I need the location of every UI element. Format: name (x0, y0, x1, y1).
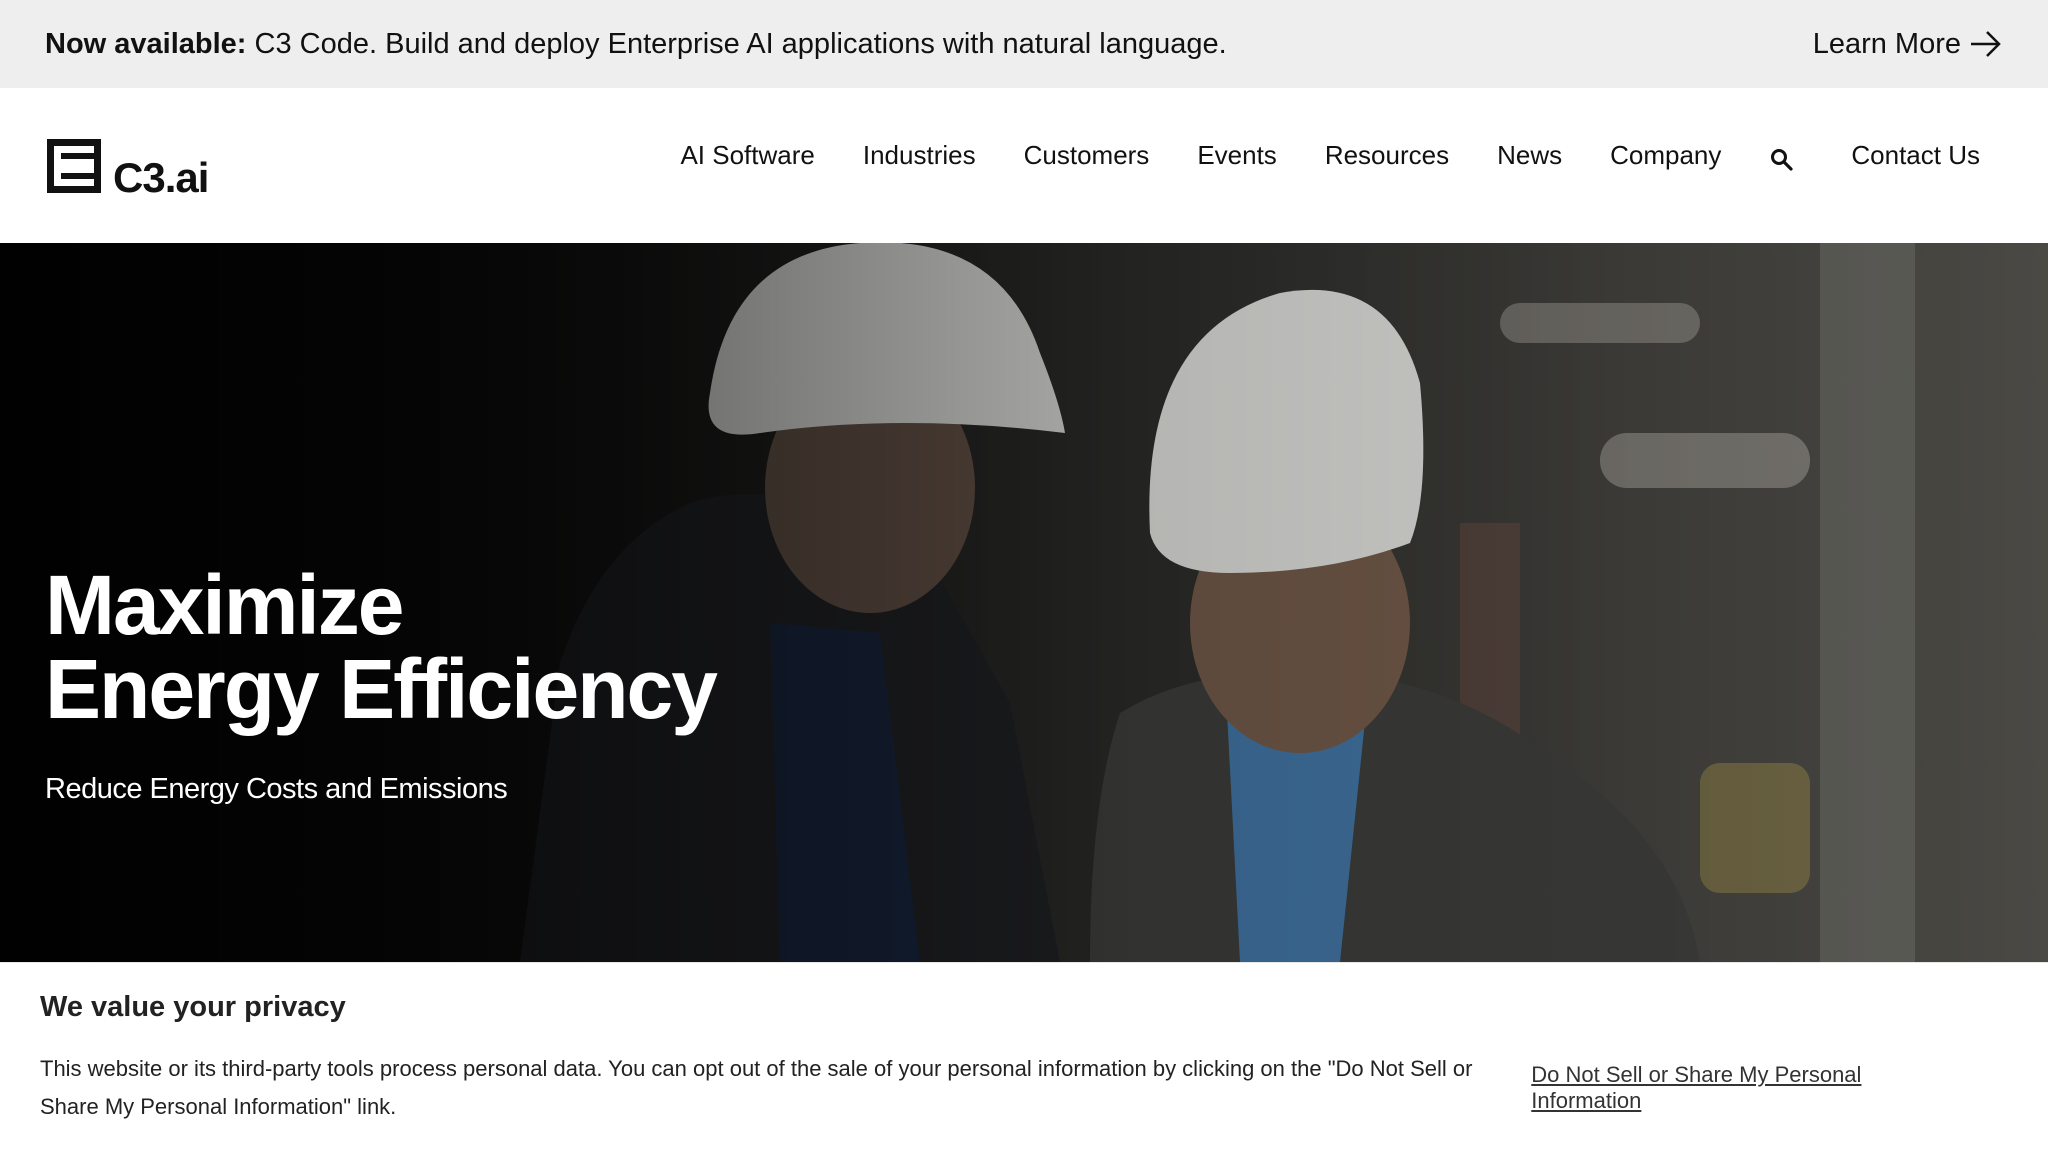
nav-item-industries[interactable]: Industries (863, 140, 976, 171)
privacy-row: This website or its third-party tools pr… (40, 1050, 2008, 1126)
hero-title: Maximize Energy Efficiency (45, 558, 718, 736)
hero-title-line1: Maximize (45, 558, 404, 652)
nav-item-news[interactable]: News (1497, 140, 1562, 171)
hero-subtitle: Reduce Energy Costs and Emissions (45, 773, 508, 805)
c3-logo-mark-icon (47, 138, 101, 193)
arrow-right-icon (1971, 31, 2001, 57)
nav-item-events[interactable]: Events (1197, 140, 1277, 171)
privacy-banner: We value your privacy This website or it… (0, 962, 2048, 1152)
nav-item-resources[interactable]: Resources (1325, 140, 1449, 171)
learn-more-label: Learn More (1812, 27, 1961, 60)
contact-us-link[interactable]: Contact Us (1851, 140, 1980, 171)
search-icon[interactable] (1769, 147, 1795, 173)
site-header: C3.ai AI Software Industries Customers E… (0, 88, 2048, 243)
nav-item-company[interactable]: Company (1610, 140, 1721, 171)
nav-item-ai-software[interactable]: AI Software (680, 140, 814, 171)
main-nav: AI Software Industries Customers Events … (680, 139, 2003, 173)
logo-text: C3.ai (113, 153, 209, 201)
announcement-lead: Now available: (45, 27, 247, 60)
hero-title-line2: Energy Efficiency (45, 642, 718, 736)
announcement-body: C3 Code. Build and deploy Enterprise AI … (246, 27, 1227, 60)
announcement-bar: Now available: C3 Code. Build and deploy… (0, 0, 2048, 88)
announcement-text: Now available: C3 Code. Build and deploy… (45, 28, 1227, 61)
privacy-text: This website or its third-party tools pr… (40, 1056, 1473, 1119)
c3ai-logo[interactable]: C3.ai (45, 137, 209, 198)
privacy-title: We value your privacy (40, 991, 346, 1023)
hero-banner: Maximize Energy Efficiency Reduce Energy… (0, 243, 2048, 962)
nav-item-customers[interactable]: Customers (1024, 140, 1150, 171)
do-not-sell-link[interactable]: Do Not Sell or Share My Personal Informa… (1531, 1062, 1975, 1114)
learn-more-link[interactable]: Learn More (1813, 26, 2003, 62)
